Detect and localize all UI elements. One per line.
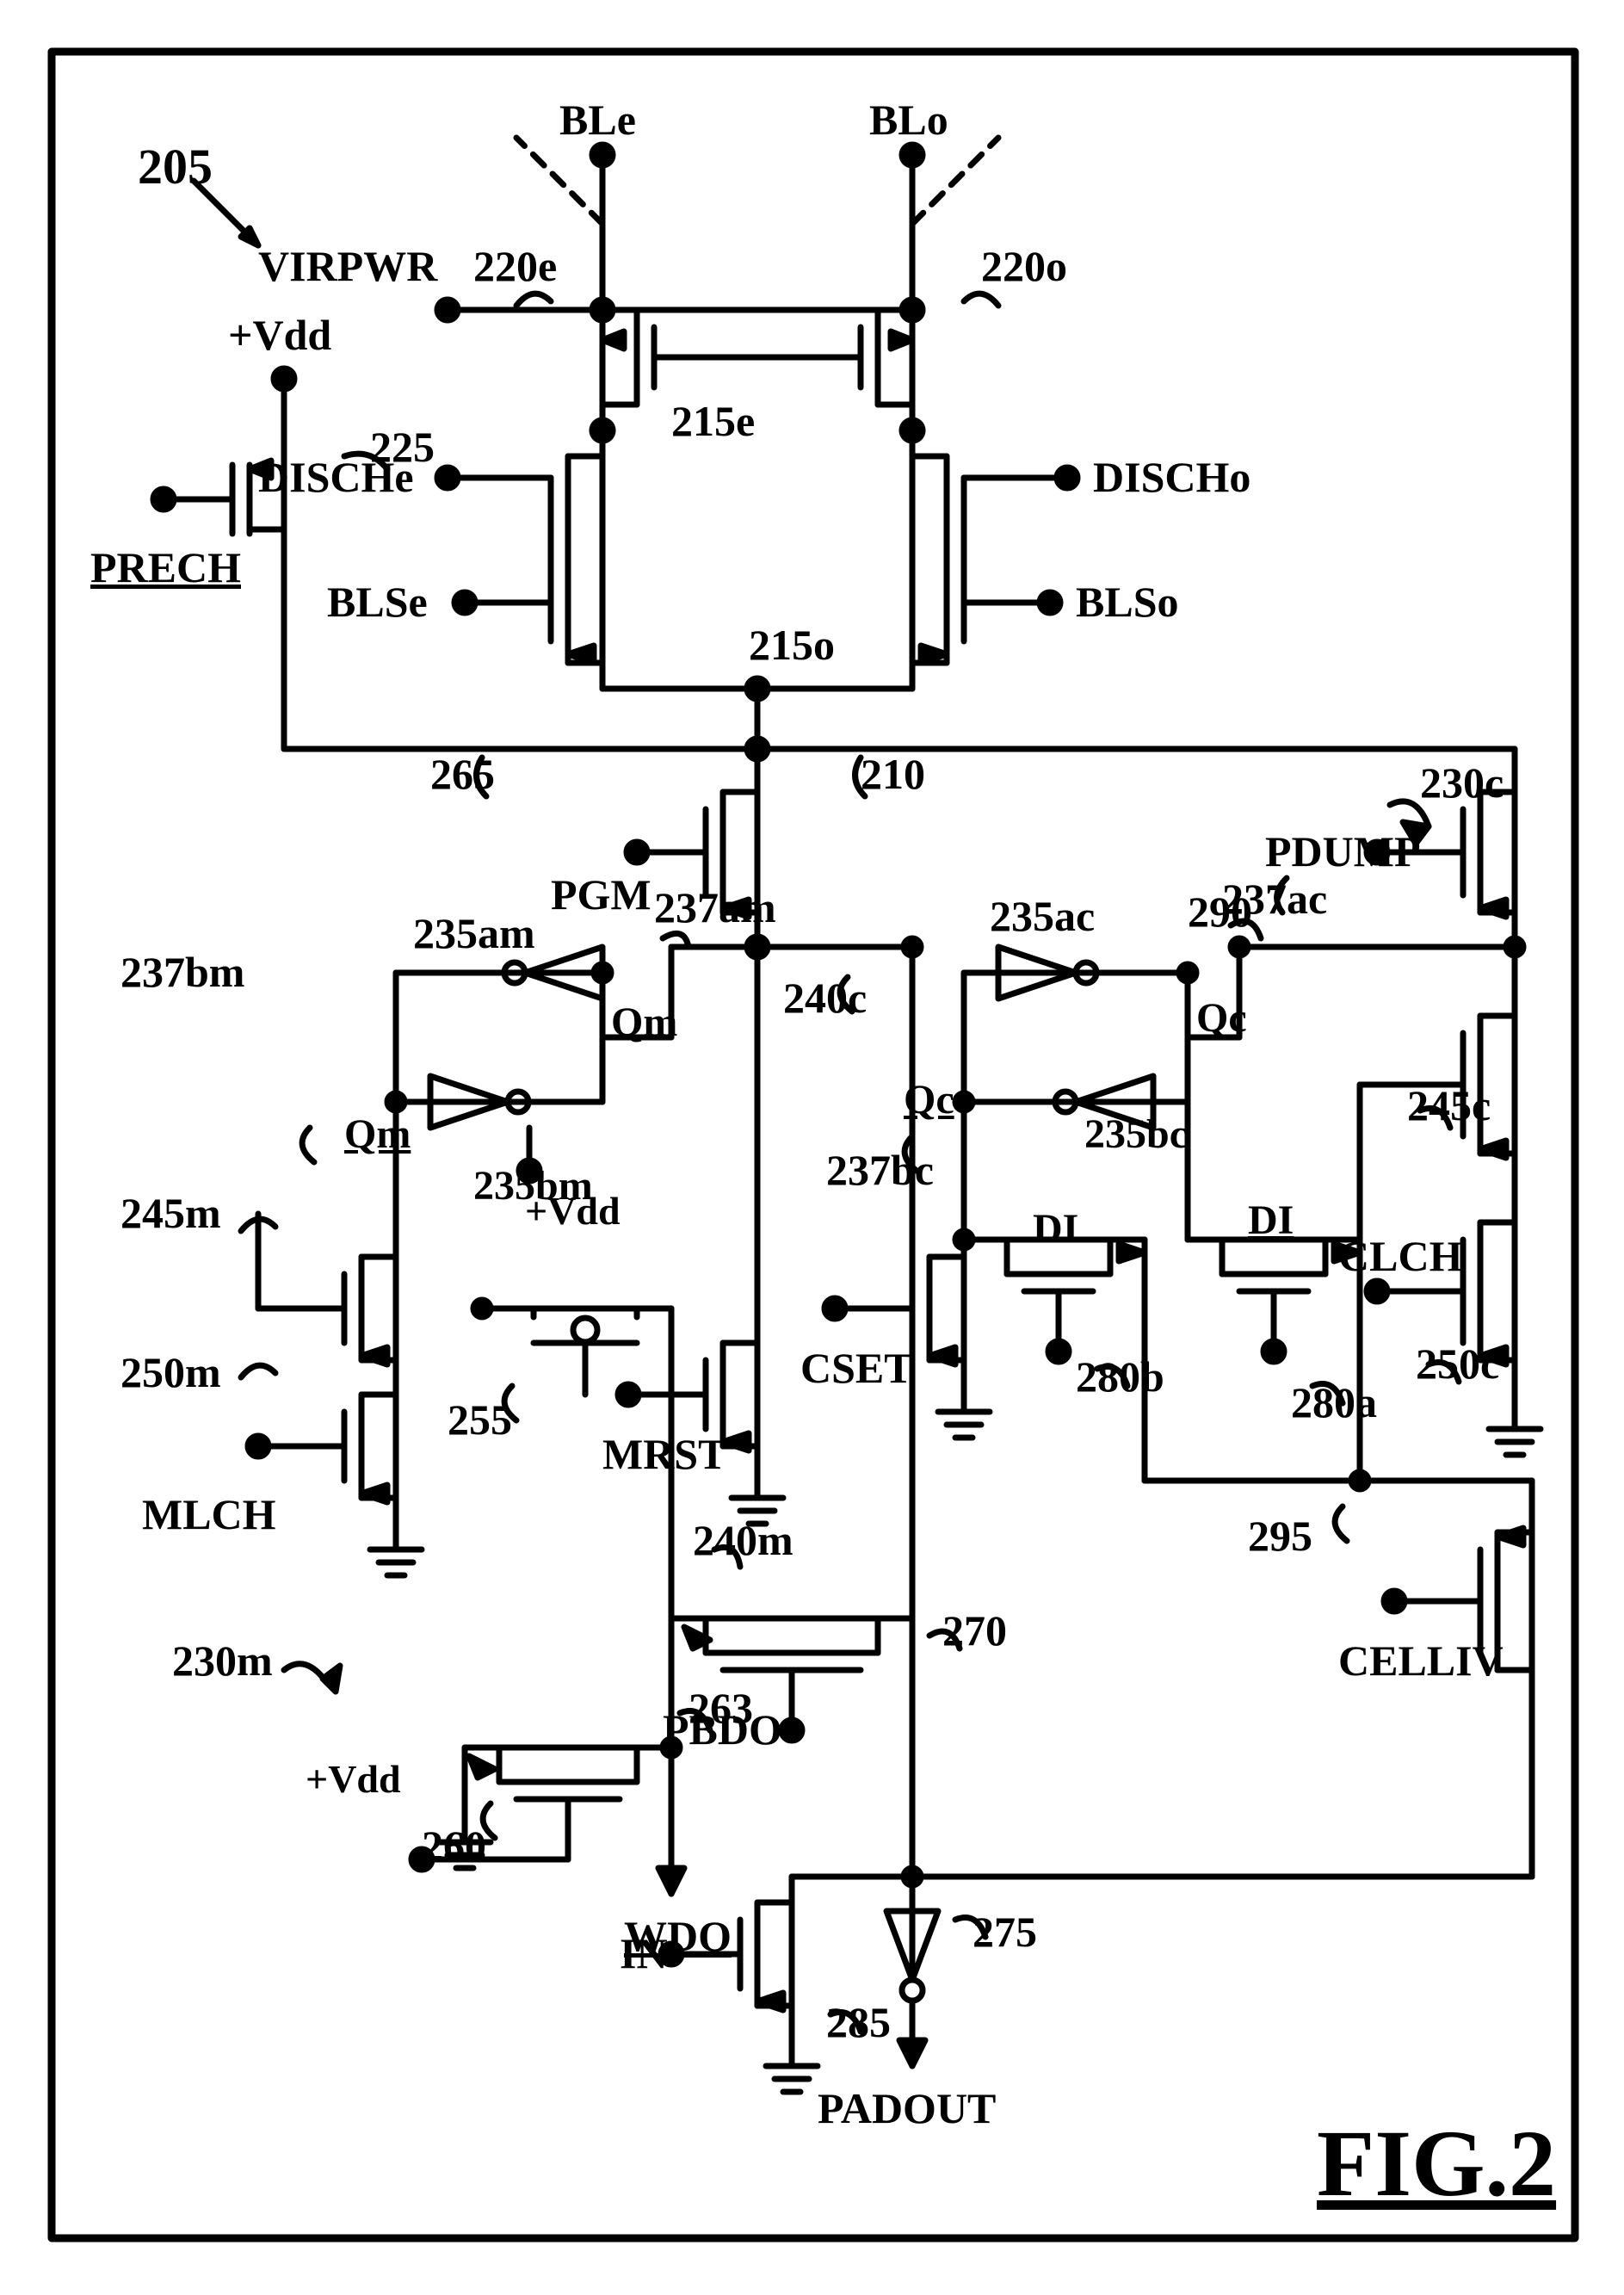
label-275: 275: [973, 1907, 1037, 1957]
label-250m: 250m: [120, 1347, 221, 1397]
label-215o: 215o: [749, 620, 835, 670]
label-237ac: 237ac: [1222, 874, 1327, 924]
label-celliv: CELLIV: [1338, 1636, 1504, 1686]
label-263: 263: [689, 1683, 753, 1733]
label-blse: BLSe: [327, 577, 428, 627]
label-240m: 240m: [693, 1515, 793, 1565]
label-205: 205: [138, 138, 213, 195]
label-245c: 245c: [1407, 1080, 1491, 1130]
circuit-schematic-page: 205 +Vdd PRECH 225 BLe BLo VIRPWR 220e 2…: [0, 0, 1624, 2295]
label-215e: 215e: [671, 396, 755, 446]
label-virpwr: VIRPWR: [258, 241, 437, 291]
label-di-bar: DI: [1248, 1197, 1294, 1244]
label-235bc: 235bc: [1084, 1110, 1188, 1158]
label-disch-e: DISCHe: [258, 452, 414, 502]
label-237bm: 237bm: [120, 947, 244, 997]
label-vdd-top: +Vdd: [228, 310, 331, 360]
label-ble: BLe: [559, 95, 636, 145]
label-237am: 237am: [654, 882, 776, 932]
label-qm-bar: Qm: [344, 1110, 411, 1158]
label-260: 260: [422, 1821, 486, 1871]
label-230m: 230m: [172, 1636, 273, 1686]
label-blso: BLSo: [1076, 577, 1179, 627]
label-280a: 280a: [1291, 1377, 1377, 1427]
label-qc: Qc: [1196, 994, 1247, 1042]
label-qm: Qm: [611, 999, 677, 1046]
label-clch: CLCH: [1338, 1231, 1462, 1281]
label-mrst: MRST: [602, 1429, 726, 1479]
label-245m: 245m: [120, 1188, 221, 1238]
label-220o: 220o: [981, 241, 1067, 291]
label-vdd3: +Vdd: [306, 1756, 401, 1802]
label-in: IN: [620, 1928, 668, 1978]
label-blo: BLo: [869, 95, 948, 145]
label-210: 210: [861, 749, 925, 799]
label-237bc: 237bc: [826, 1145, 934, 1195]
label-padout: PADOUT: [818, 2083, 996, 2133]
label-di: DI: [1033, 1205, 1078, 1253]
label-prech: PRECH: [90, 542, 241, 592]
label-disch-o: DISCHo: [1093, 452, 1250, 502]
label-mlch: MLCH: [142, 1489, 276, 1539]
label-qc-bar: Qc: [904, 1076, 954, 1123]
label-pgm: PGM: [551, 869, 651, 919]
label-285: 285: [826, 1997, 891, 2047]
label-240c: 240c: [783, 973, 867, 1023]
label-270: 270: [942, 1605, 1007, 1655]
figure-label: FIG.2: [1317, 2109, 1556, 2218]
label-220e: 220e: [473, 241, 557, 291]
label-265: 265: [430, 749, 495, 799]
label-280b: 280b: [1076, 1352, 1164, 1401]
label-pdump: PDUMP: [1265, 826, 1421, 876]
label-vdd2: +Vdd: [525, 1188, 621, 1234]
label-cset: CSET: [800, 1343, 913, 1393]
label-230c: 230c: [1420, 758, 1504, 807]
label-250c: 250c: [1416, 1339, 1499, 1389]
label-235am: 235am: [413, 908, 535, 958]
label-295: 295: [1248, 1511, 1312, 1561]
label-235ac: 235ac: [990, 891, 1095, 941]
label-255: 255: [448, 1395, 512, 1444]
